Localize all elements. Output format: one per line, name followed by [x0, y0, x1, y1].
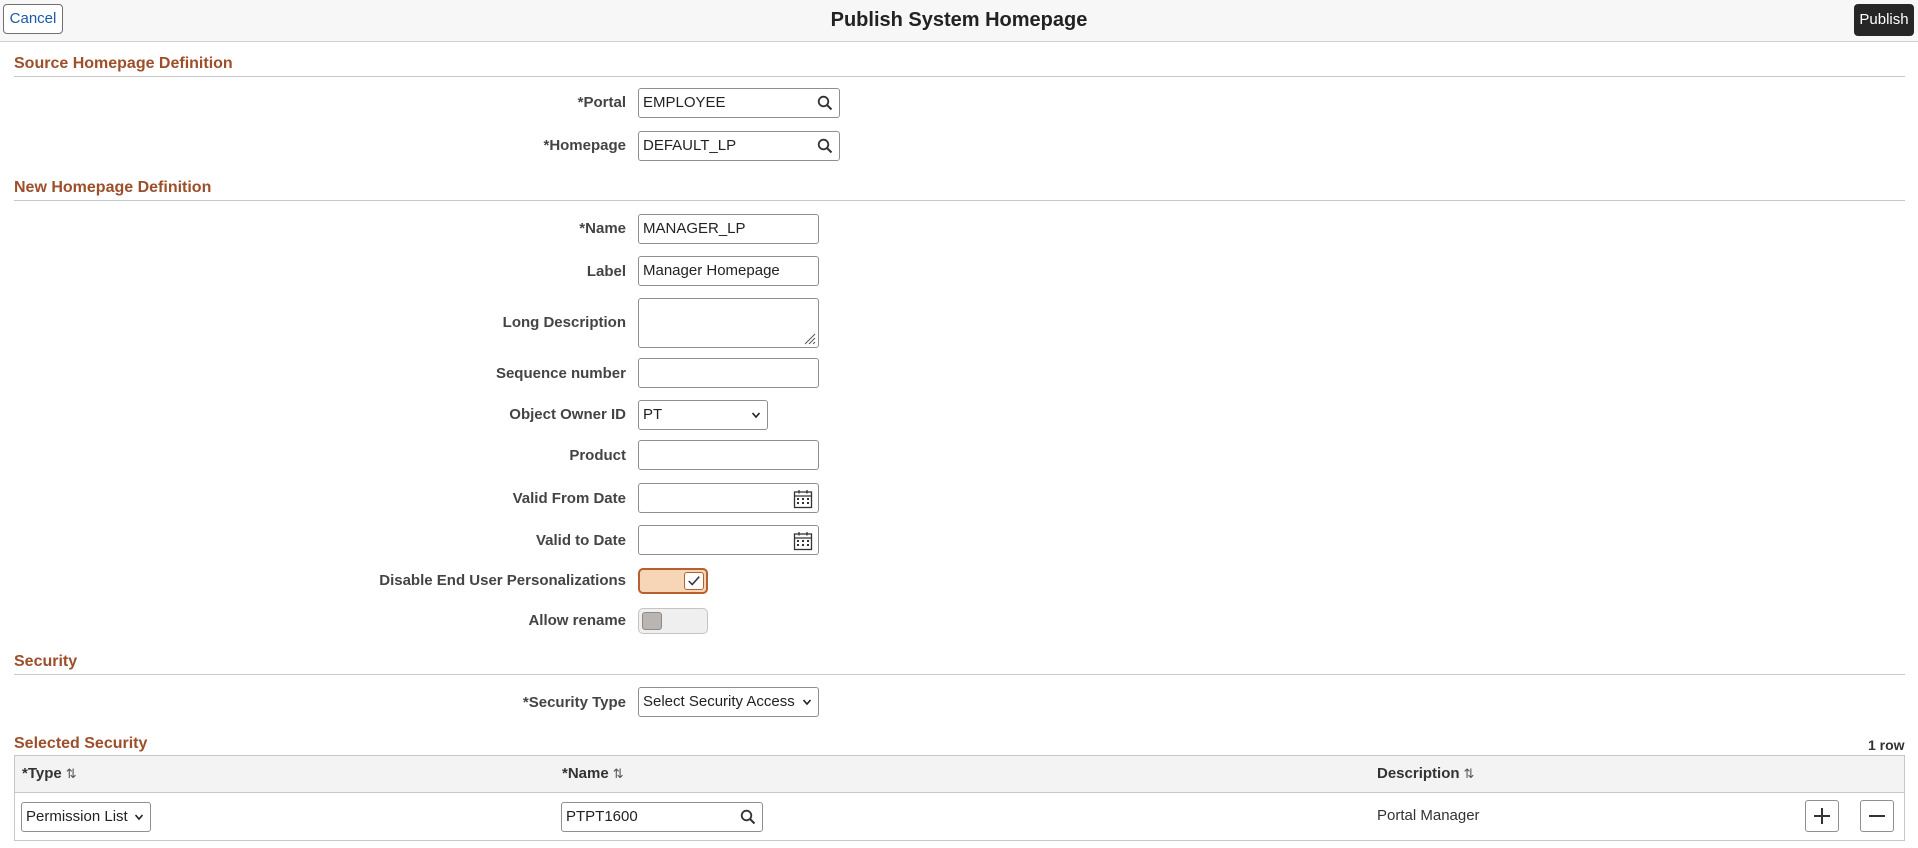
- object-owner-id-label: Object Owner ID: [509, 406, 626, 423]
- minus-icon: [1869, 815, 1885, 817]
- row-type-select[interactable]: Permission List: [21, 802, 151, 832]
- row-count: 1 row: [1868, 737, 1905, 753]
- product-field[interactable]: [638, 440, 819, 470]
- portal-field[interactable]: EMPLOYEE: [638, 88, 840, 118]
- plus-icon: [1814, 808, 1830, 824]
- homepage-field[interactable]: DEFAULT_LP: [638, 131, 840, 161]
- grid-header: *Type ⇅ *Name ⇅ Description ⇅: [15, 756, 1904, 793]
- calendar-icon[interactable]: [793, 531, 813, 551]
- column-header-name-label: Name: [567, 765, 609, 782]
- long-description-label: Long Description: [502, 314, 626, 331]
- security-section-title: Security: [14, 653, 78, 670]
- chevron-down-icon: [751, 412, 761, 419]
- publish-button[interactable]: Publish: [1854, 4, 1914, 36]
- portal-label: *Portal: [578, 94, 626, 111]
- sort-icon[interactable]: ⇅: [66, 766, 77, 781]
- portal-value: EMPLOYEE: [643, 94, 726, 111]
- allow-rename-toggle[interactable]: [638, 608, 708, 634]
- selected-security-grid: *Type ⇅ *Name ⇅ Description ⇅ Permission Li…: [14, 755, 1905, 841]
- sequence-number-field[interactable]: [638, 358, 819, 388]
- checkmark-icon: [688, 576, 700, 586]
- sort-icon[interactable]: ⇅: [1464, 766, 1475, 781]
- disable-personalizations-toggle[interactable]: [638, 568, 708, 594]
- security-type-select[interactable]: Select Security Access: [638, 687, 819, 717]
- selected-security-title: Selected Security: [14, 735, 148, 752]
- sequence-number-label: Sequence number: [495, 365, 626, 382]
- page-title: Publish System Homepage: [830, 9, 1088, 31]
- search-icon[interactable]: [817, 138, 833, 154]
- valid-from-date-field[interactable]: [638, 483, 819, 513]
- security-type-value: Select Security Access: [643, 693, 795, 710]
- portal-label-text: Portal: [583, 94, 626, 111]
- object-owner-id-select[interactable]: PT: [638, 400, 768, 430]
- cancel-button[interactable]: Cancel: [3, 4, 63, 34]
- resize-handle-icon[interactable]: [802, 331, 816, 345]
- section-divider: [14, 674, 1905, 675]
- row-name-value: PTPT1600: [566, 808, 638, 825]
- allow-rename-label: Allow rename: [528, 612, 626, 629]
- name-label-text: Name: [585, 220, 626, 237]
- disable-personalizations-label: Disable End User Personalizations: [379, 572, 626, 589]
- chevron-down-icon: [802, 699, 812, 706]
- label-field[interactable]: Manager Homepage: [638, 256, 819, 286]
- section-divider: [14, 200, 1905, 201]
- column-header-name[interactable]: *Name ⇅: [562, 756, 624, 792]
- name-label: *Name: [579, 220, 626, 237]
- search-icon[interactable]: [817, 95, 833, 111]
- valid-from-date-label: Valid From Date: [512, 490, 626, 507]
- search-icon[interactable]: [740, 809, 756, 825]
- row-type-value: Permission List: [26, 808, 128, 825]
- source-section-title: Source Homepage Definition: [14, 55, 233, 72]
- section-divider: [14, 76, 1905, 77]
- long-description-field[interactable]: [638, 298, 819, 348]
- product-label: Product: [569, 447, 626, 464]
- name-value: MANAGER_LP: [643, 220, 746, 237]
- object-owner-id-value: PT: [643, 406, 663, 423]
- new-section-title: New Homepage Definition: [14, 179, 212, 196]
- homepage-label-text: Homepage: [549, 137, 626, 154]
- toggle-knob: [684, 572, 704, 590]
- valid-to-date-field[interactable]: [638, 525, 819, 555]
- delete-row-button[interactable]: [1860, 800, 1894, 832]
- chevron-down-icon: [134, 814, 144, 821]
- label-field-label: Label: [586, 263, 626, 280]
- label-value: Manager Homepage: [643, 262, 780, 279]
- sort-icon[interactable]: ⇅: [613, 766, 624, 781]
- column-header-description-label: Description: [1377, 765, 1460, 782]
- column-header-type[interactable]: *Type ⇅: [22, 756, 77, 792]
- security-type-label-text: Security Type: [528, 694, 626, 711]
- valid-to-date-label: Valid to Date: [535, 532, 626, 549]
- row-name-field[interactable]: PTPT1600: [561, 802, 763, 832]
- calendar-icon[interactable]: [793, 489, 813, 509]
- column-header-description[interactable]: Description ⇅: [1377, 756, 1474, 792]
- homepage-value: DEFAULT_LP: [643, 137, 737, 154]
- add-row-button[interactable]: [1805, 800, 1839, 832]
- name-field[interactable]: MANAGER_LP: [638, 214, 819, 244]
- column-header-type-label: Type: [27, 765, 62, 782]
- security-type-label: *Security Type: [523, 694, 626, 711]
- row-description: Portal Manager: [1377, 807, 1480, 824]
- toggle-knob: [642, 612, 662, 630]
- homepage-label: *Homepage: [543, 137, 626, 154]
- page-header: Publish System Homepage Cancel Publish: [0, 0, 1918, 42]
